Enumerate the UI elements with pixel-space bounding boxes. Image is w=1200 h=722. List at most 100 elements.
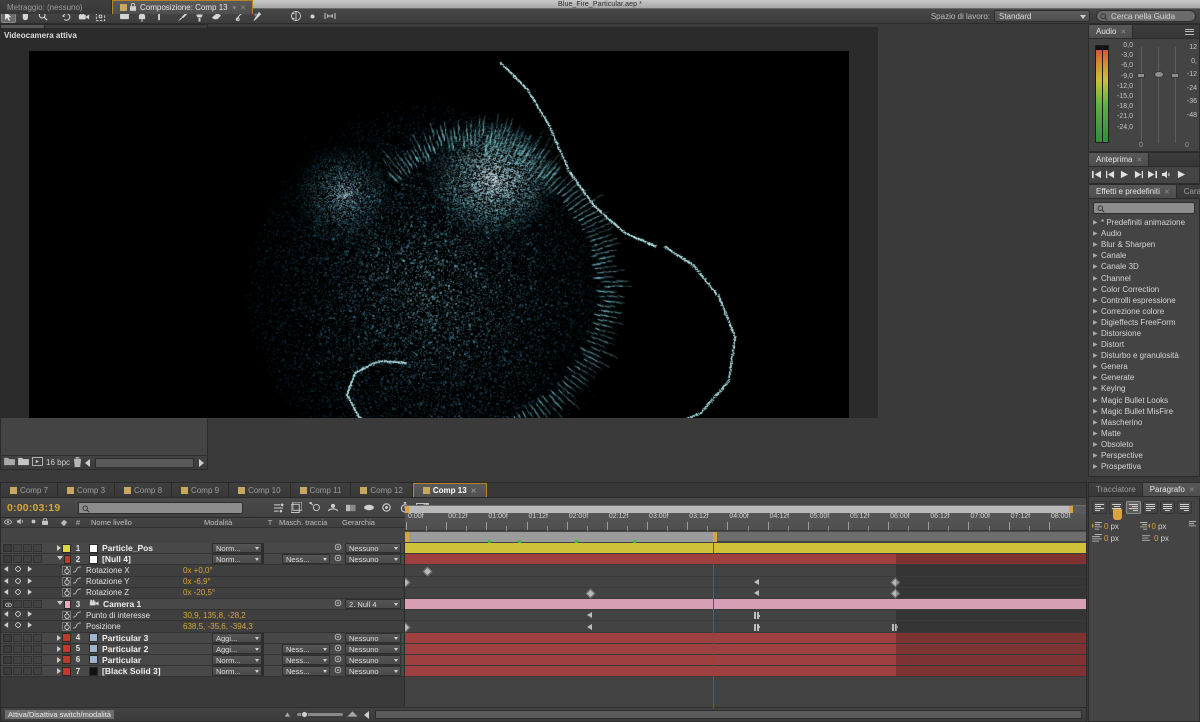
timeline-tab-comp-10[interactable]: Comp 10: [229, 483, 290, 497]
layer-disclosure-triangle-icon[interactable]: [57, 601, 63, 608]
disclosure-triangle-icon[interactable]: ▶: [1093, 430, 1101, 437]
timeline-tab-comp-7[interactable]: Comp 7: [1, 483, 58, 497]
disclosure-triangle-icon[interactable]: ▶: [1093, 252, 1101, 259]
stopwatch-toggle[interactable]: [57, 577, 71, 586]
keyframe-marker[interactable]: [754, 579, 759, 585]
layer-disclosure-triangle-icon[interactable]: [57, 635, 61, 641]
timeline-tab-comp-9[interactable]: Comp 9: [172, 483, 229, 497]
timeline-property-keyframe-row[interactable]: [405, 610, 1086, 621]
video-switch[interactable]: [3, 544, 12, 552]
timeline-layer-row[interactable]: 4Particular 3Aggi...Nessuno: [1, 633, 404, 644]
layer-label-color[interactable]: [62, 644, 71, 653]
timeline-layer-bar-row[interactable]: [405, 644, 1086, 655]
zoom-in-icon[interactable]: [347, 710, 358, 719]
timeline-zoom-control[interactable]: [284, 710, 358, 719]
property-value[interactable]: 0x -20,5°: [183, 588, 215, 597]
disclosure-triangle-icon[interactable]: ▶: [1093, 397, 1101, 404]
audio-panel-menu-button[interactable]: [1180, 25, 1199, 38]
frame-blending-icon[interactable]: [344, 501, 357, 514]
parent-pickwhip-icon[interactable]: [334, 554, 342, 564]
new-folder-icon[interactable]: [4, 457, 15, 468]
layer-parent-select[interactable]: Nessuno: [345, 666, 401, 676]
timeline-property-keyframe-row[interactable]: [405, 621, 1086, 632]
justify-last-right-button[interactable]: [1177, 501, 1192, 514]
justify-last-center-button[interactable]: [1160, 501, 1175, 514]
close-icon[interactable]: ✕: [1120, 28, 1126, 36]
timeline-tab-comp-12[interactable]: Comp 12: [351, 483, 412, 497]
layer-parent-select[interactable]: Nessuno: [345, 543, 401, 553]
layer-parent-select[interactable]: 2. Null 4: [345, 599, 401, 609]
hide-shy-layers-icon[interactable]: [326, 501, 339, 514]
disclosure-triangle-icon[interactable]: ▶: [1093, 308, 1101, 315]
stopwatch-toggle[interactable]: [57, 588, 71, 597]
timeline-property-row[interactable]: Posizione638,5, -35,6, -394,3: [1, 621, 404, 632]
timeline-property-keyframe-row[interactable]: [405, 588, 1086, 599]
keyframe-marker[interactable]: [405, 622, 410, 632]
disclosure-triangle-icon[interactable]: ▶: [1093, 363, 1101, 370]
next-frame-button[interactable]: [1134, 170, 1143, 181]
audio-switch[interactable]: [13, 600, 22, 608]
delete-icon[interactable]: [73, 457, 82, 469]
layer-blend-mode-select[interactable]: Aggi...: [212, 633, 262, 643]
stopwatch-toggle[interactable]: [57, 611, 71, 620]
disclosure-triangle-icon[interactable]: ▶: [1093, 463, 1101, 470]
next-keyframe-arrow[interactable]: [27, 611, 32, 619]
preserve-transparency-switch[interactable]: [262, 654, 264, 665]
disclosure-triangle-icon[interactable]: ▶: [1093, 452, 1101, 459]
timeline-layer-row[interactable]: 3Camera 12. Null 4: [1, 599, 404, 610]
solo-switch[interactable]: [23, 555, 32, 563]
folder-icon[interactable]: [18, 457, 29, 468]
disclosure-triangle-icon[interactable]: ▶: [1093, 330, 1101, 337]
track-matte-select[interactable]: Ness...: [282, 666, 330, 676]
layer-label-color[interactable]: [62, 544, 71, 553]
close-icon[interactable]: ✕: [471, 487, 477, 495]
play-button[interactable]: [1120, 170, 1129, 181]
effects-category-row[interactable]: ▶Color Correction: [1089, 284, 1199, 295]
disclosure-triangle-icon[interactable]: ▶: [1093, 352, 1101, 359]
lock-switch[interactable]: [33, 656, 42, 664]
keyframe-navigator[interactable]: [1, 611, 57, 619]
timeline-current-time[interactable]: 0:00:03:19: [7, 502, 60, 514]
layer-duration-bar[interactable]: [405, 543, 1086, 553]
layer-parent-select[interactable]: Nessuno: [345, 655, 401, 665]
align-right-button[interactable]: [1126, 501, 1141, 514]
effects-search-input[interactable]: [1093, 202, 1195, 214]
effects-category-row[interactable]: ▶Magic Bullet Looks: [1089, 395, 1199, 406]
chevron-down-icon[interactable]: ▾: [233, 4, 237, 12]
layer-label-color[interactable]: [62, 633, 71, 642]
ram-preview-button[interactable]: [1177, 170, 1186, 181]
disclosure-triangle-icon[interactable]: ▶: [1093, 230, 1101, 237]
column-header-gerarchia[interactable]: Gerarchia: [339, 518, 407, 527]
effects-category-row[interactable]: ▶Canale: [1089, 250, 1199, 261]
timeline-tab-comp-11[interactable]: Comp 11: [291, 483, 352, 497]
timeline-layer-bar-row[interactable]: [405, 666, 1086, 677]
property-value[interactable]: 0x -6,9°: [183, 577, 211, 586]
tab-composizione[interactable]: Composizione: Comp 13 ▾ ✕: [112, 0, 253, 14]
layer-parent-select[interactable]: Nessuno: [345, 644, 401, 654]
parent-pickwhip-icon[interactable]: [334, 599, 342, 609]
brainstorm-icon[interactable]: [380, 501, 393, 514]
property-value[interactable]: 638,5, -35,6, -394,3: [183, 622, 253, 631]
timeline-property-row[interactable]: Punto di interesse30,9, 135,8, -28,2: [1, 610, 404, 621]
effects-category-row[interactable]: ▶Obsoleto: [1089, 439, 1199, 450]
zoom-out-icon[interactable]: [284, 710, 293, 719]
disclosure-triangle-icon[interactable]: ▶: [1093, 241, 1101, 248]
layer-label-color[interactable]: [64, 600, 71, 609]
keyframe-marker[interactable]: [587, 624, 592, 630]
keyframe-marker[interactable]: [586, 588, 596, 598]
parent-pickwhip-icon[interactable]: [334, 655, 342, 665]
video-switch[interactable]: [3, 656, 12, 664]
lock-switch[interactable]: [33, 645, 42, 653]
work-area-bar[interactable]: [405, 505, 1086, 513]
scroll-left-arrow[interactable]: [364, 711, 369, 719]
close-icon[interactable]: ✕: [1136, 156, 1142, 164]
audio-toggle-button[interactable]: [1162, 170, 1172, 181]
preserve-transparency-switch[interactable]: [262, 554, 264, 565]
color-depth-label[interactable]: 16 bpc: [46, 458, 70, 467]
disclosure-triangle-icon[interactable]: ▶: [1093, 408, 1101, 415]
last-frame-button[interactable]: [1148, 170, 1157, 181]
track-matte-select[interactable]: Ness...: [282, 644, 330, 654]
next-keyframe-arrow[interactable]: [27, 589, 32, 597]
composition-mini-flowchart-icon[interactable]: [272, 501, 285, 514]
project-horizontal-scrollbar[interactable]: [95, 458, 194, 468]
